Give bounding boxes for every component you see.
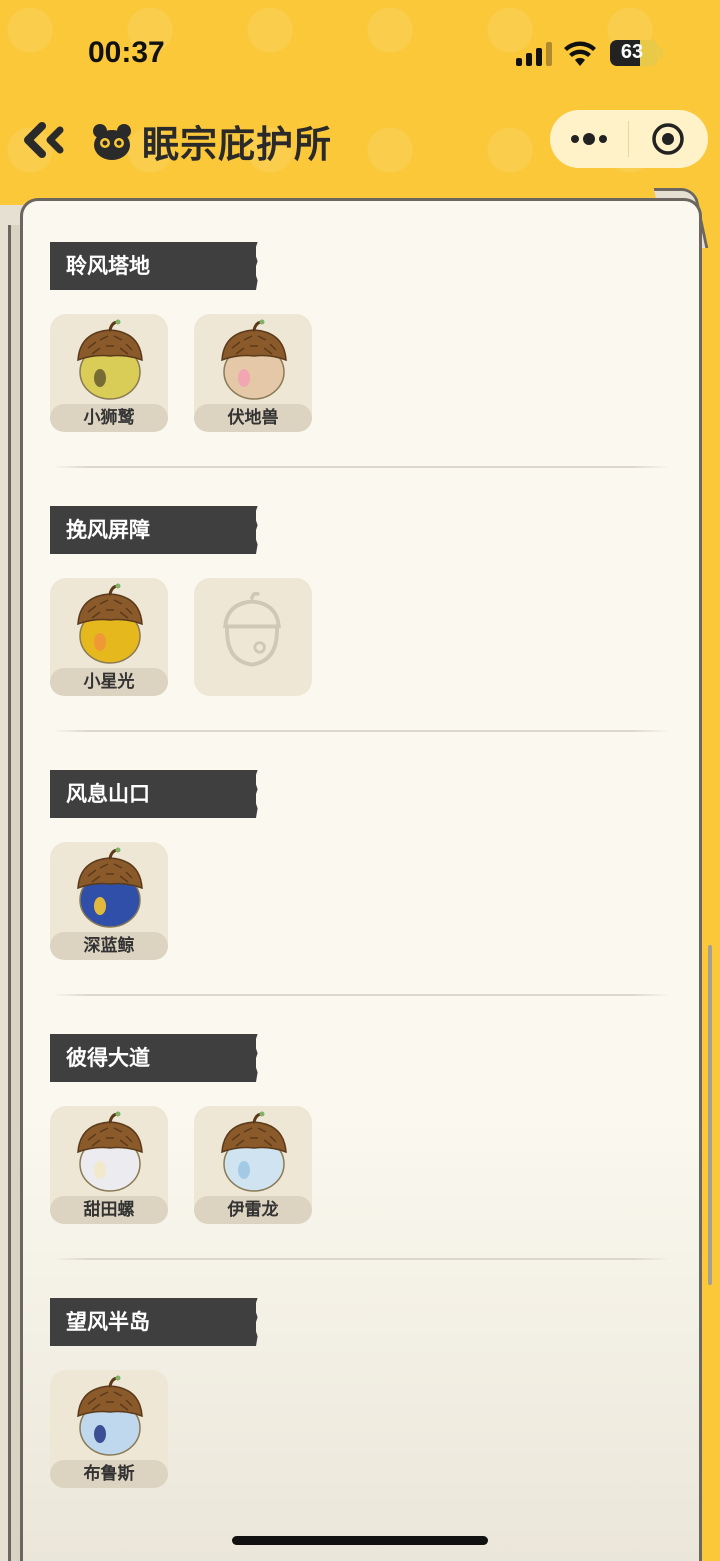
pet-card[interactable]: 深蓝鲸 — [50, 842, 168, 960]
region-section: 聆风塔地小狮鹫 伏地兽 — [50, 242, 670, 432]
pet-name: 深蓝鲸 — [50, 932, 168, 960]
cellular-signal-icon — [516, 42, 552, 66]
region-title: 挽风屏障 — [50, 506, 256, 554]
acorn-pet-icon — [77, 583, 143, 664]
empty-pet-slot[interactable] — [194, 578, 312, 696]
bear-mascot-icon — [93, 124, 131, 160]
pet-card[interactable]: 布鲁斯 — [50, 1370, 168, 1488]
acorn-pet-icon — [221, 319, 287, 400]
double-chevron-left-icon — [24, 122, 64, 158]
battery-icon: 63 — [610, 40, 658, 66]
battery-level: 63 — [620, 41, 644, 63]
pet-card[interactable]: 小星光 — [50, 578, 168, 696]
acorn-pet-icon — [77, 1375, 143, 1456]
pet-card[interactable]: 小狮鹫 — [50, 314, 168, 432]
pet-grid: 小狮鹫 伏地兽 — [50, 314, 670, 432]
more-dots-icon — [571, 133, 607, 145]
region-section: 彼得大道甜田螺 伊雷龙 — [50, 1034, 670, 1224]
pet-card[interactable]: 甜田螺 — [50, 1106, 168, 1224]
section-divider — [52, 466, 670, 468]
status-bar: 00:37 63 — [0, 0, 720, 100]
region-title: 风息山口 — [50, 770, 256, 818]
region-section: 风息山口 深蓝鲸 — [50, 770, 670, 960]
home-indicator[interactable] — [232, 1536, 488, 1545]
section-divider — [52, 994, 670, 996]
scrollbar[interactable] — [708, 945, 712, 1285]
target-circle-icon — [652, 123, 684, 155]
title-area: 眠宗庇护所 — [90, 114, 332, 168]
wifi-icon — [564, 41, 596, 66]
section-divider — [52, 730, 670, 732]
pet-name: 伏地兽 — [194, 404, 312, 432]
empty-acorn-placeholder-icon — [223, 592, 281, 667]
back-button[interactable] — [20, 118, 70, 162]
status-time: 00:37 — [88, 36, 165, 69]
pet-name: 布鲁斯 — [50, 1460, 168, 1488]
pet-card[interactable]: 伏地兽 — [194, 314, 312, 432]
acorn-pet-icon — [221, 1111, 287, 1192]
close-miniprogram-button[interactable] — [629, 110, 707, 168]
acorn-pet-icon — [77, 847, 143, 928]
section-divider — [52, 1258, 670, 1260]
region-title: 彼得大道 — [50, 1034, 256, 1082]
pet-name: 小狮鹫 — [50, 404, 168, 432]
acorn-pet-icon — [77, 319, 143, 400]
pet-name: 甜田螺 — [50, 1196, 168, 1224]
battery-tip — [659, 48, 663, 58]
pet-name: 伊雷龙 — [194, 1196, 312, 1224]
pet-card[interactable]: 伊雷龙 — [194, 1106, 312, 1224]
pet-grid: 小星光 — [50, 578, 670, 696]
pet-grid: 布鲁斯 — [50, 1370, 670, 1488]
mini-program-capsule — [550, 110, 708, 168]
region-title: 聆风塔地 — [50, 242, 256, 290]
region-section: 挽风屏障 小星光 — [50, 506, 670, 696]
page-title: 眠宗庇护所 — [142, 123, 332, 166]
pet-name: 小星光 — [50, 668, 168, 696]
region-section: 望风半岛 布鲁斯 — [50, 1298, 670, 1488]
acorn-pet-icon — [77, 1111, 143, 1192]
region-title: 望风半岛 — [50, 1298, 256, 1346]
pet-grid: 深蓝鲸 — [50, 842, 670, 960]
pet-grid: 甜田螺 伊雷龙 — [50, 1106, 670, 1224]
more-button[interactable] — [550, 110, 628, 168]
